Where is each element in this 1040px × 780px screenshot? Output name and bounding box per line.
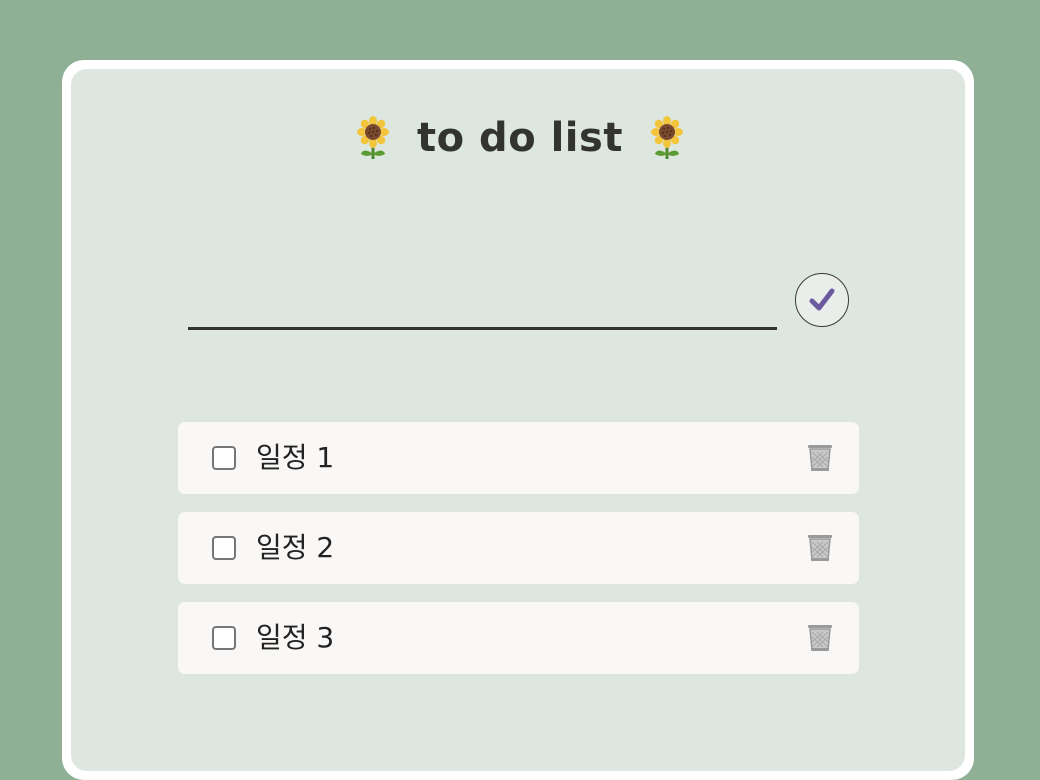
todo-label: 일정 1 [256,441,335,474]
delete-todo-button[interactable] [805,533,835,563]
todo-item: 일정 1 [178,422,859,494]
page-title: to do list [417,115,623,161]
todo-item: 일정 3 [178,602,859,674]
delete-todo-button[interactable] [805,443,835,473]
trash-icon [805,443,835,473]
checkmark-icon [808,286,836,314]
delete-todo-button[interactable] [805,623,835,653]
title-row: to do list [0,112,1040,164]
trash-icon [805,623,835,653]
trash-icon [805,533,835,563]
todo-label: 일정 2 [256,531,335,564]
new-todo-input[interactable] [188,276,777,330]
sunflower-icon [649,116,685,160]
sunflower-icon [355,116,391,160]
todo-item: 일정 2 [178,512,859,584]
todo-checkbox[interactable] [212,446,236,470]
add-todo-button[interactable] [795,273,849,327]
todo-checkbox[interactable] [212,536,236,560]
todo-label: 일정 3 [256,621,335,654]
todo-checkbox[interactable] [212,626,236,650]
